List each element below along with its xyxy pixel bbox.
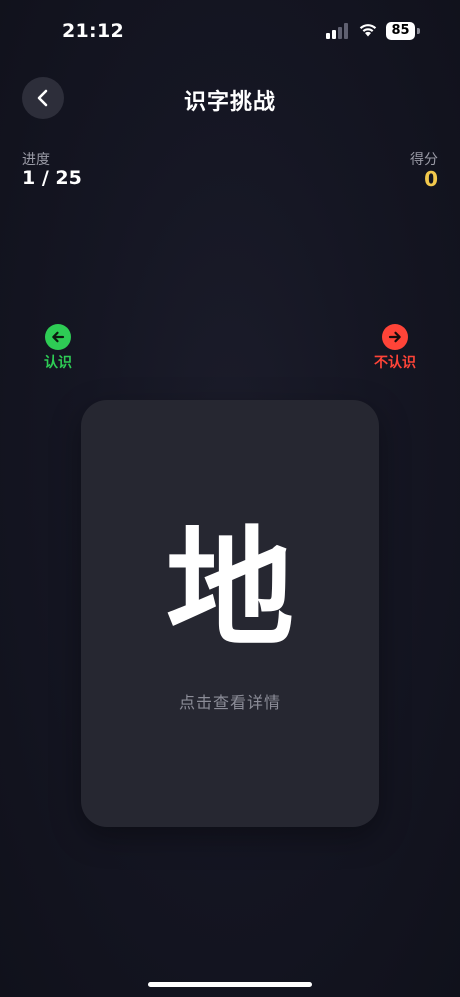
progress-label: 进度 bbox=[22, 152, 50, 168]
arrow-right-icon bbox=[382, 324, 408, 350]
score-label: 得分 bbox=[410, 152, 438, 168]
swipe-hint-known: 认识 bbox=[42, 324, 74, 372]
swipe-hint-unknown: 不认识 bbox=[370, 324, 420, 372]
battery-icon: 85 bbox=[386, 22, 420, 40]
battery-level: 85 bbox=[386, 22, 415, 40]
card-character: 地 bbox=[165, 515, 294, 664]
character-card[interactable]: 地 点击查看详情 bbox=[81, 400, 379, 827]
card-hint: 点击查看详情 bbox=[178, 693, 281, 712]
status-bar: 21:12 85 bbox=[0, 0, 460, 60]
progress-value: 1 / 25 bbox=[22, 167, 82, 189]
arrow-left-icon bbox=[45, 324, 71, 350]
wifi-icon bbox=[358, 22, 378, 38]
page-title: 识字挑战 bbox=[183, 90, 276, 115]
hint-label-known: 认识 bbox=[44, 355, 72, 371]
home-indicator[interactable] bbox=[148, 982, 312, 987]
hint-label-unknown: 不认识 bbox=[374, 355, 416, 371]
score-value: 0 bbox=[424, 167, 438, 191]
status-time: 21:12 bbox=[62, 20, 124, 42]
screen: 21:12 85 识字挑战 进度 1 / 25 得分 0 认识 不认识 地 点击… bbox=[0, 0, 460, 997]
signal-icon bbox=[326, 23, 350, 39]
